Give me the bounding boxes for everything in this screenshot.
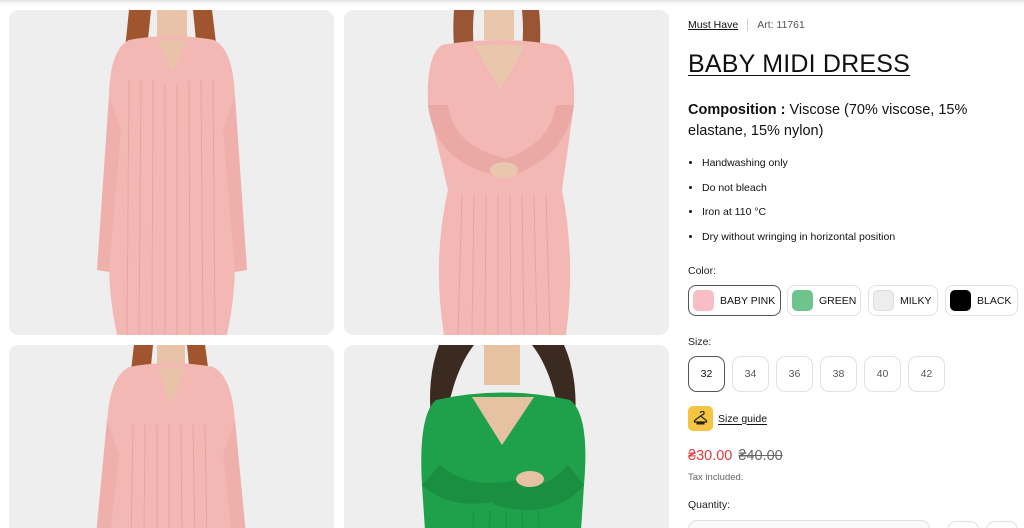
- color-option-black[interactable]: BLACK: [945, 285, 1018, 316]
- color-option-baby-pink[interactable]: BABY PINK: [688, 285, 781, 316]
- color-option-green[interactable]: GREEN: [787, 285, 861, 316]
- care-item: Do not bleach: [702, 180, 895, 205]
- care-item: Dry without wringing in horizontal posit…: [702, 229, 895, 254]
- size-option-42[interactable]: 42: [908, 356, 945, 392]
- tax-note: Tax included.: [688, 472, 744, 483]
- hanger-icon: [688, 406, 713, 431]
- product-photo-pink-front[interactable]: [9, 10, 334, 335]
- quantity-label: Quantity:: [688, 499, 731, 511]
- color-option-label: MILKY: [900, 294, 932, 307]
- product-photo-green-arms-crossed[interactable]: [344, 345, 669, 528]
- product-photo-pink-detail[interactable]: [9, 345, 334, 528]
- composition: Composition : Viscose (70% viscose, 15% …: [688, 100, 1024, 142]
- size-option-34[interactable]: 34: [732, 356, 769, 392]
- sale-price: ₴30.00: [688, 448, 733, 464]
- care-item: Handwashing only: [702, 155, 895, 180]
- original-price: ₴40.00: [738, 448, 783, 464]
- color-chip: [792, 290, 813, 311]
- product-gallery: [9, 10, 669, 528]
- product-meta: Must Have Art: 11761: [688, 19, 805, 31]
- meta-divider: [747, 19, 749, 31]
- wishlist-button[interactable]: [947, 521, 979, 528]
- color-option-label: GREEN: [819, 294, 857, 307]
- care-instructions: Handwashing only Do not bleach Iron at 1…: [702, 155, 895, 254]
- color-label: Color:: [688, 265, 717, 277]
- care-item: Iron at 110 °C: [702, 204, 895, 229]
- color-option-label: BLACK: [977, 294, 1012, 307]
- size-label: Size:: [688, 336, 712, 348]
- product-photo-pink-arms-crossed[interactable]: [344, 10, 669, 335]
- size-guide-label: Size guide: [718, 412, 768, 425]
- composition-label: Composition :: [688, 102, 786, 118]
- size-selector: 32 34 36 38 40 42: [688, 356, 1024, 392]
- product-title: BABY MIDI DRESS: [688, 50, 911, 78]
- size-option-32[interactable]: 32: [688, 356, 725, 392]
- color-option-label: BABY PINK: [720, 294, 776, 307]
- color-option-milky[interactable]: MILKY: [868, 285, 938, 316]
- size-guide-link[interactable]: Size guide: [688, 406, 767, 431]
- size-option-38[interactable]: 38: [820, 356, 857, 392]
- sku-label: Art: 11761: [757, 19, 805, 31]
- share-button[interactable]: [986, 521, 1018, 528]
- header-shadow: [0, 0, 1024, 2]
- quantity-stepper[interactable]: [688, 520, 930, 528]
- price-block: ₴30.00 ₴40.00: [688, 448, 783, 464]
- brand-link[interactable]: Must Have: [688, 19, 738, 31]
- size-option-36[interactable]: 36: [776, 356, 813, 392]
- color-chip: [693, 290, 714, 311]
- color-chip: [873, 290, 894, 311]
- color-chip: [950, 290, 971, 311]
- size-option-40[interactable]: 40: [864, 356, 901, 392]
- color-selector: BABY PINK GREEN MILKY BLACK: [688, 285, 1024, 316]
